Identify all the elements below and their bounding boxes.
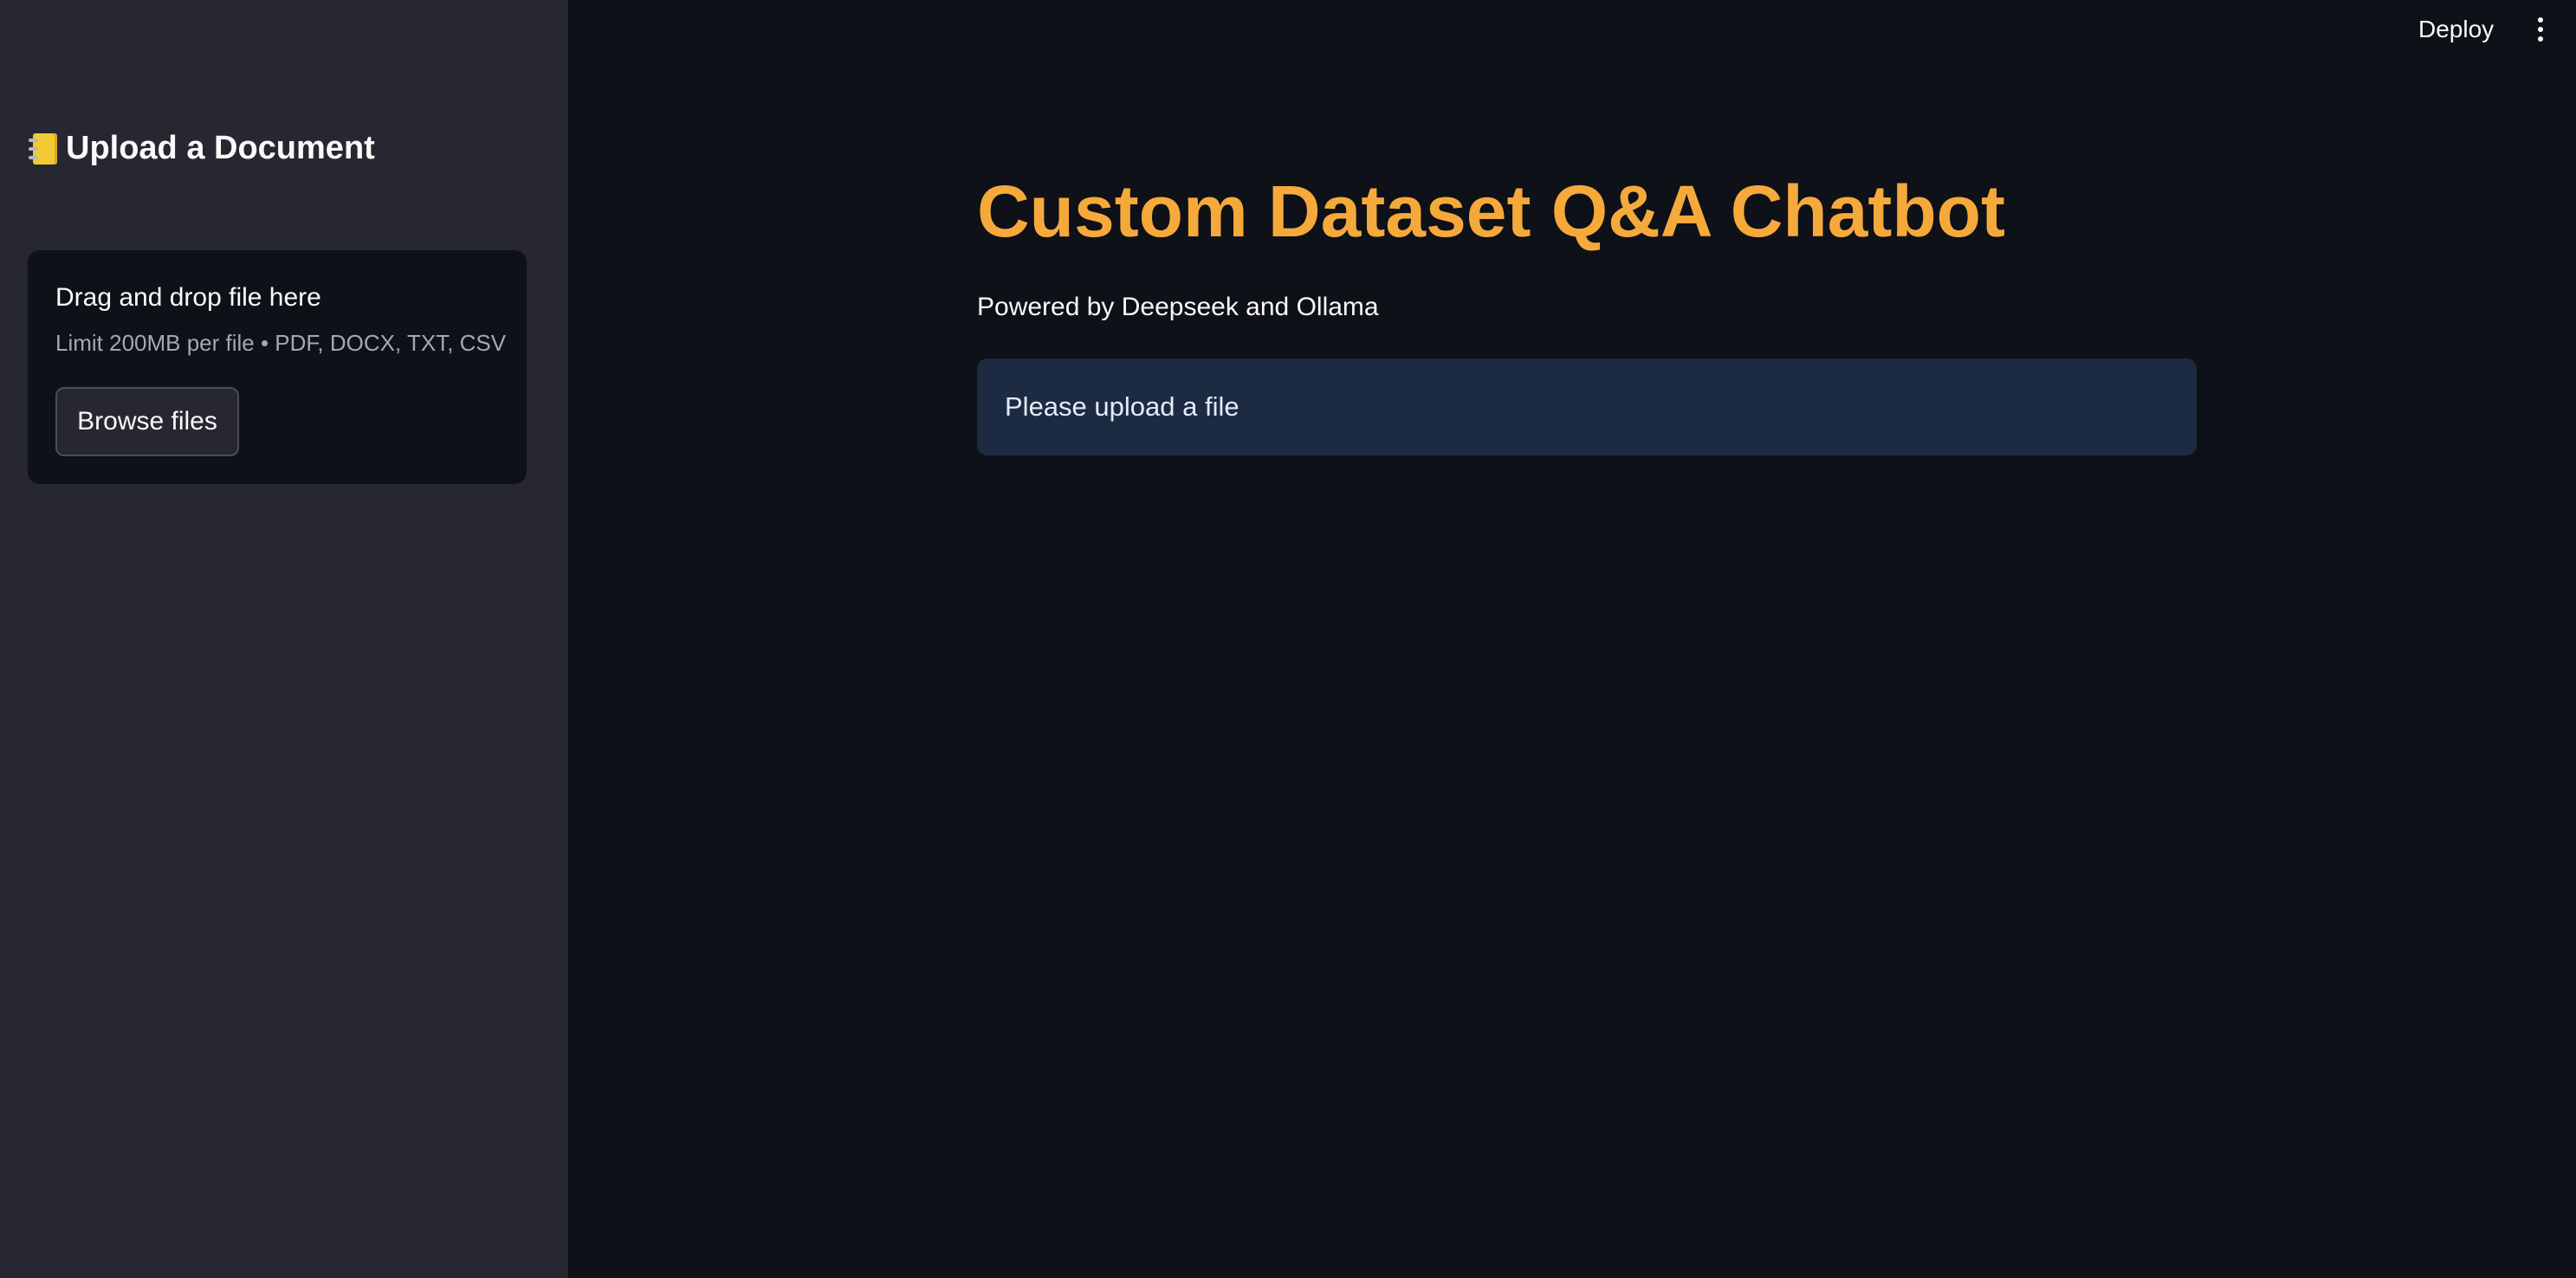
app-window: Upload a Document Drag and drop file her…	[0, 0, 2576, 1278]
page-subtitle: Powered by Deepseek and Ollama	[977, 293, 1379, 321]
more-vertical-icon[interactable]	[2527, 12, 2553, 47]
file-uploader-dropzone[interactable]: Drag and drop file here Limit 200MB per …	[28, 250, 527, 484]
dropzone-limit-text: Limit 200MB per file • PDF, DOCX, TXT, C…	[55, 330, 507, 356]
page-title: Custom Dataset Q&A Chatbot	[977, 171, 2005, 252]
notebook-icon	[28, 132, 57, 166]
sidebar: Upload a Document Drag and drop file her…	[0, 0, 568, 1278]
sidebar-header: Upload a Document	[28, 130, 375, 167]
sidebar-title: Upload a Document	[66, 130, 375, 166]
browse-files-button[interactable]: Browse files	[55, 387, 239, 456]
info-alert: Please upload a file	[977, 358, 2197, 455]
deploy-button[interactable]: Deploy	[2408, 10, 2504, 48]
dropzone-title: Drag and drop file here	[55, 283, 321, 312]
info-alert-text: Please upload a file	[1005, 391, 1239, 422]
